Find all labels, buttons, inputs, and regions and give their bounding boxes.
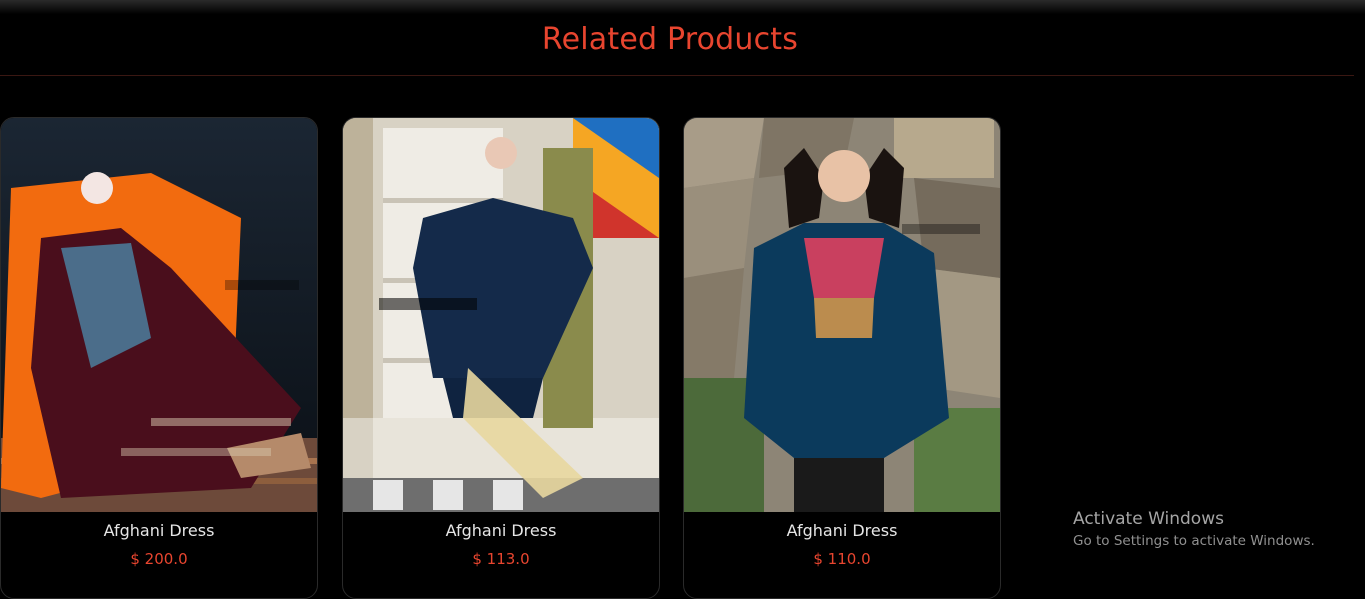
product-image[interactable] [684, 118, 1000, 512]
section-title: Related Products [541, 22, 799, 57]
product-image[interactable] [1, 118, 317, 512]
top-shadow [0, 0, 1365, 14]
product-price: $ 113.0 [472, 550, 530, 568]
windows-activation-watermark: Activate Windows Go to Settings to activ… [1073, 509, 1315, 549]
watermark-subtitle: Go to Settings to activate Windows. [1073, 533, 1315, 549]
product-name[interactable]: Afghani Dress [684, 521, 1000, 540]
product-card[interactable]: Afghani Dress $ 113.0 [342, 117, 660, 599]
product-price: $ 200.0 [130, 550, 188, 568]
product-name[interactable]: Afghani Dress [343, 521, 659, 540]
product-name[interactable]: Afghani Dress [1, 521, 317, 540]
section-divider [0, 75, 1354, 76]
product-card[interactable]: Afghani Dress $ 200.0 [0, 117, 318, 599]
product-price: $ 110.0 [813, 550, 871, 568]
product-card[interactable]: Afghani Dress $ 110.0 [683, 117, 1001, 599]
product-image[interactable] [343, 118, 659, 512]
watermark-title: Activate Windows [1073, 509, 1224, 529]
